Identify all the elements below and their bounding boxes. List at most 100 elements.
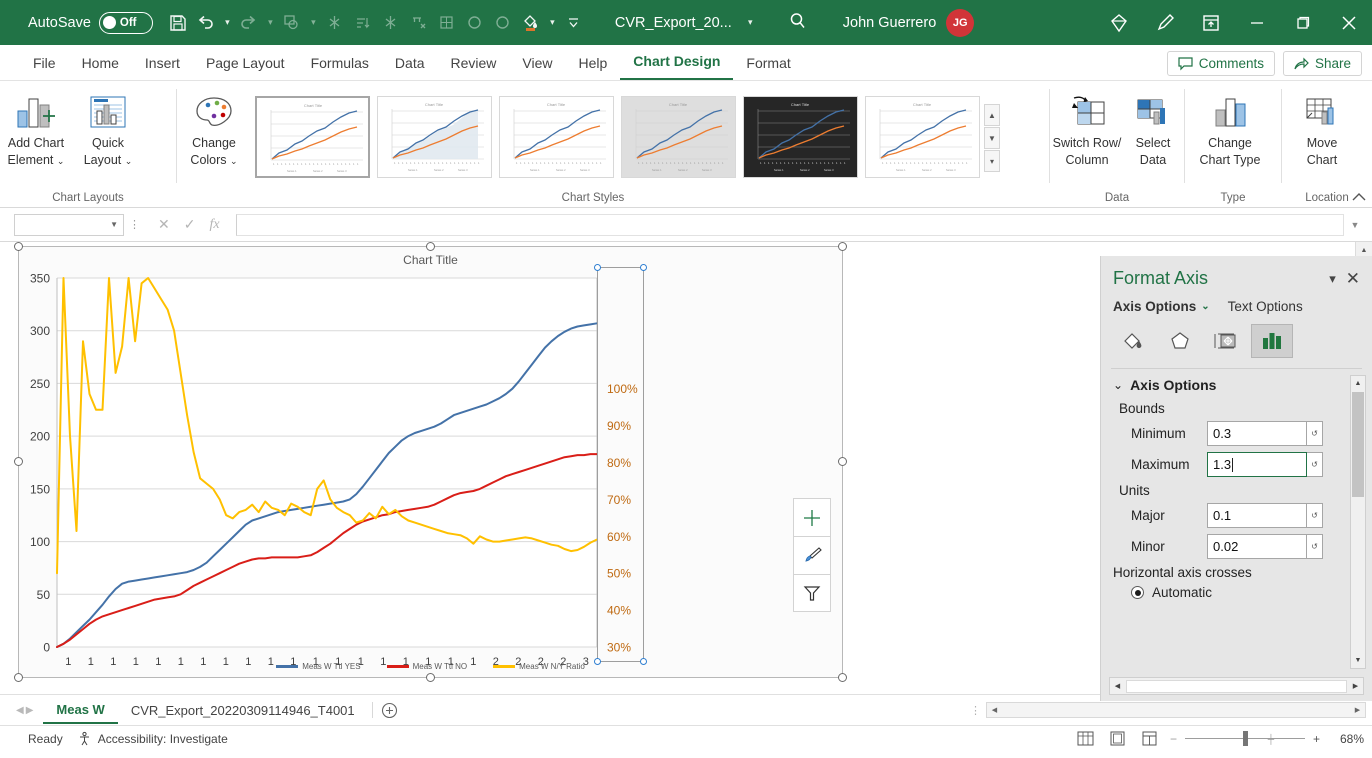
- maximum-reset-button[interactable]: ↺: [1307, 452, 1323, 477]
- chart-filters-button[interactable]: [793, 574, 831, 612]
- minor-unit-field[interactable]: 0.02: [1207, 534, 1307, 559]
- new-comment-icon[interactable]: [279, 8, 305, 38]
- zoom-slider[interactable]: − ┼ +: [1170, 731, 1320, 746]
- chart-handle-tl[interactable]: [14, 242, 23, 251]
- sheet-nav-prev-icon[interactable]: ◀: [16, 705, 24, 716]
- expand-formula-bar-icon[interactable]: ▼: [1344, 220, 1366, 230]
- chart-style-thumbnail-3[interactable]: Chart Title 1 1 1 1 1 1 1 1 1 1 1 1 1 1 1 1 1 1 1 1 1 1 Series …: [499, 96, 614, 178]
- pane-horizontal-scrollbar[interactable]: ◀ ▶: [1109, 677, 1364, 695]
- user-account[interactable]: John Guerrero JG: [843, 8, 975, 37]
- major-reset-button[interactable]: ↺: [1307, 503, 1323, 528]
- sheet-tab-split-handle[interactable]: ⋮: [970, 704, 982, 717]
- tab-home[interactable]: Home: [69, 49, 132, 80]
- tab-formulas[interactable]: Formulas: [298, 49, 382, 80]
- chart-styles-button[interactable]: [793, 536, 831, 574]
- tab-format[interactable]: Format: [733, 49, 803, 80]
- add-chart-element-button[interactable]: Add Chart Element ⌄: [0, 88, 72, 173]
- fill-color-icon[interactable]: [518, 8, 544, 38]
- chart-handle-br[interactable]: [838, 673, 847, 682]
- page-break-view-icon[interactable]: [1138, 730, 1160, 748]
- search-icon[interactable]: [787, 10, 809, 35]
- pane-hscroll-thumb[interactable]: [1126, 679, 1347, 693]
- chart-handle-bl[interactable]: [14, 673, 23, 682]
- pane-scroll-down-button[interactable]: ▼: [1351, 653, 1365, 668]
- axis-handle-tr[interactable]: [640, 264, 647, 271]
- gallery-scroll-up-button[interactable]: ▲: [984, 104, 1000, 126]
- autosave-control[interactable]: AutoSave Off: [28, 11, 153, 34]
- legend-item-2[interactable]: Meas W Ttl NO: [386, 662, 467, 671]
- formula-input[interactable]: [235, 213, 1344, 236]
- diamond-icon[interactable]: [1096, 0, 1142, 45]
- sheet-nav-next-icon[interactable]: ▶: [26, 705, 34, 716]
- save-icon[interactable]: [165, 8, 191, 38]
- chart-elements-button[interactable]: [793, 498, 831, 536]
- normal-view-icon[interactable]: [1074, 730, 1096, 748]
- maximum-field[interactable]: 1.3: [1207, 452, 1307, 477]
- chart-style-thumbnail-1[interactable]: Chart Title 1 1 1 1 1 1 1 1 1 1 1 1 1 1 1 1 1 1 1 1 1 1 Series …: [255, 96, 370, 178]
- legend-item-3[interactable]: Meas W N/Y Ratio: [493, 662, 585, 671]
- tab-page-layout[interactable]: Page Layout: [193, 49, 298, 80]
- ribbon-display-icon[interactable]: [1188, 0, 1234, 45]
- minimize-button[interactable]: [1234, 0, 1280, 45]
- effects-icon[interactable]: [1159, 324, 1201, 358]
- zoom-level-label[interactable]: 68%: [1330, 732, 1364, 746]
- close-button[interactable]: [1326, 0, 1372, 45]
- tab-insert[interactable]: Insert: [132, 49, 193, 80]
- document-name-dropdown-icon[interactable]: ▾: [744, 17, 757, 28]
- gallery-scroll-down-button[interactable]: ▼: [984, 127, 1000, 149]
- formula-bar-handle[interactable]: ⋮: [124, 218, 146, 231]
- fill-color-dropdown-icon[interactable]: ▾: [546, 17, 559, 28]
- chart-styles-gallery[interactable]: Chart Title 1 1 1 1 1 1 1 1 1 1 1 1 1 1 1 1 1 1 1 1 1 1 Series …: [251, 88, 1049, 178]
- document-name[interactable]: CVR_Export_20... ▾: [615, 15, 757, 31]
- pane-options-icon[interactable]: ▾: [1323, 271, 1342, 287]
- undo-icon[interactable]: [193, 8, 219, 38]
- chart-style-thumbnail-5[interactable]: Chart Title 1 1 1 1 1 1 1 1 1 1 1 1 1 1 1 1 1 1 1 1 1 1 Series …: [743, 96, 858, 178]
- avatar[interactable]: JG: [946, 8, 975, 37]
- change-colors-button[interactable]: Change Colors ⌄: [177, 88, 251, 173]
- sheet-tab-cvr-export[interactable]: CVR_Export_20220309114946_T4001: [118, 698, 368, 723]
- zoom-in-button[interactable]: +: [1313, 732, 1320, 746]
- tab-data[interactable]: Data: [382, 49, 438, 80]
- insert-function-icon[interactable]: fx: [209, 217, 219, 233]
- chart-handle-tc[interactable]: [425, 242, 435, 251]
- chart-object[interactable]: Chart Title 0 50 100 150 200 250 300 350 30% 40% 5…: [14, 242, 847, 682]
- sheet-tab-meas-w[interactable]: Meas W: [43, 697, 118, 724]
- major-unit-field[interactable]: 0.1: [1207, 503, 1307, 528]
- autosave-toggle[interactable]: Off: [98, 11, 153, 34]
- zoom-out-button[interactable]: −: [1170, 732, 1177, 746]
- size-properties-icon[interactable]: [1205, 324, 1247, 358]
- pane-hscroll-left-button[interactable]: ◀: [1110, 679, 1125, 694]
- zoom-track[interactable]: ┼: [1185, 731, 1305, 746]
- pane-vertical-scrollbar[interactable]: ▲ ▼: [1350, 375, 1366, 669]
- tab-view[interactable]: View: [509, 49, 565, 80]
- horizontal-scrollbar[interactable]: ◀ ▶: [986, 702, 1366, 718]
- minimum-field[interactable]: 0.3: [1207, 421, 1307, 446]
- select-data-button[interactable]: Select Data: [1124, 88, 1182, 173]
- chart-handle-bc[interactable]: [425, 673, 435, 682]
- borders-icon[interactable]: [434, 8, 460, 38]
- freeze-panes-icon[interactable]: [322, 8, 348, 38]
- pane-scroll-up-button[interactable]: ▲: [1351, 376, 1365, 391]
- sort-descending-icon[interactable]: [378, 8, 404, 38]
- chart-style-thumbnail-2[interactable]: Chart Title 1 1 1 1 1 1 1 1 1 1 1 1 1 1 1 1 1 1 1 1 1 1 Series …: [377, 96, 492, 178]
- chart-style-thumbnail-4[interactable]: Chart Title 1 1 1 1 1 1 1 1 1 1 1 1 1 1 1 1 1 1 1 1 1 1 Series …: [621, 96, 736, 178]
- legend-item-1[interactable]: Meas W Ttl YES: [276, 662, 361, 671]
- share-button[interactable]: Share: [1282, 51, 1362, 76]
- axis-options-section-header[interactable]: ⌄ Axis Options: [1113, 377, 1372, 393]
- axis-handle-tl[interactable]: [594, 264, 601, 271]
- confirm-icon[interactable]: ✓: [184, 216, 196, 233]
- chart-style-thumbnail-6[interactable]: Chart Title 1 1 1 1 1 1 1 1 1 1 1 1 1 1 1 1 1 1 1 1 1 1 Series …: [865, 96, 980, 178]
- automatic-radio[interactable]: [1131, 586, 1144, 599]
- tab-file[interactable]: File: [20, 49, 69, 80]
- minor-reset-button[interactable]: ↺: [1307, 534, 1323, 559]
- fill-line-icon[interactable]: [1113, 324, 1155, 358]
- clear-filter-icon[interactable]: [406, 8, 432, 38]
- pane-hscroll-right-button[interactable]: ▶: [1348, 679, 1363, 694]
- move-chart-button[interactable]: Move Chart: [1282, 88, 1362, 173]
- pen-icon[interactable]: [1142, 0, 1188, 45]
- pane-scroll-thumb[interactable]: [1352, 392, 1364, 497]
- chart-handle-tr[interactable]: [838, 242, 847, 251]
- undo-dropdown-icon[interactable]: ▾: [221, 17, 234, 28]
- collapse-ribbon-button[interactable]: [1352, 191, 1366, 205]
- tab-help[interactable]: Help: [566, 49, 621, 80]
